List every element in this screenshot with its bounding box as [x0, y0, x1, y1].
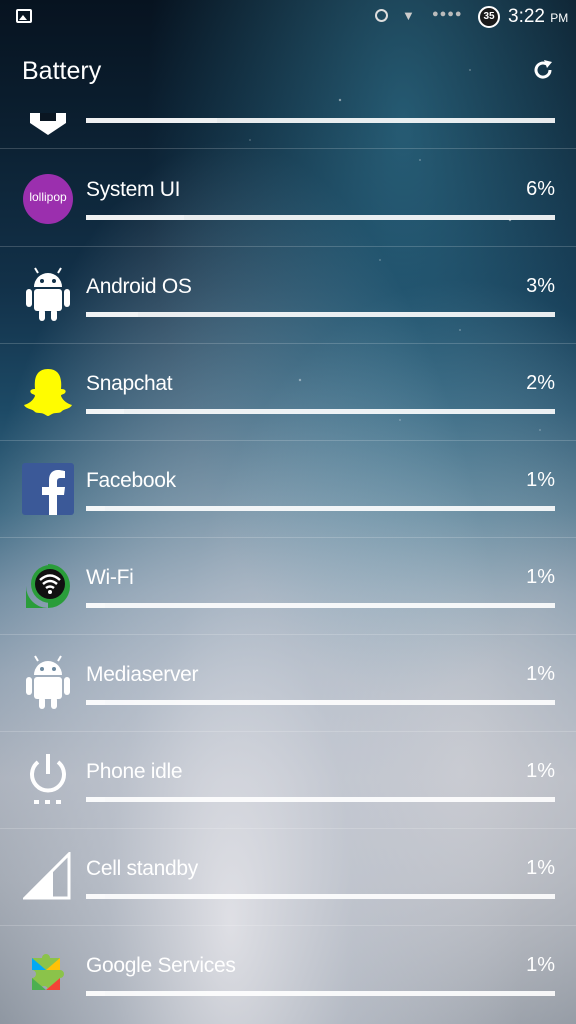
- usage-bar: [86, 215, 555, 220]
- item-name: Mediaserver: [86, 663, 199, 686]
- list-item-cell-standby[interactable]: Cell standby 1%: [0, 829, 576, 926]
- usage-bar-fill: [86, 215, 185, 220]
- battery-level: 35: [483, 11, 495, 22]
- list-item-snapchat[interactable]: Snapchat 2%: [0, 344, 576, 441]
- usage-bar: [86, 991, 555, 996]
- item-percent: 2%: [526, 372, 555, 394]
- usage-bar-fill: [86, 118, 218, 123]
- item-percent: 6%: [526, 178, 555, 200]
- usage-bar: [86, 506, 555, 511]
- usage-bar-fill: [86, 894, 105, 899]
- usage-bar: [86, 312, 555, 317]
- item-name: Android OS: [86, 275, 192, 298]
- item-percent: 1%: [526, 760, 555, 782]
- usage-bar-fill: [86, 409, 124, 414]
- usage-bar: [86, 700, 555, 705]
- battery-usage-list[interactable]: lollipop System UI 6% Android OS 3% Snap…: [0, 104, 576, 1024]
- snapchat-icon: [22, 366, 74, 418]
- clock-ampm: PM: [550, 11, 569, 25]
- usage-bar-fill: [86, 506, 105, 511]
- item-percent: 1%: [526, 566, 555, 588]
- item-percent: 1%: [526, 469, 555, 491]
- usage-bar-fill: [86, 700, 105, 705]
- list-item-wifi[interactable]: Wi-Fi 1%: [0, 538, 576, 635]
- list-item-system-ui[interactable]: lollipop System UI 6%: [0, 150, 576, 247]
- lollipop-icon: lollipop: [22, 173, 74, 225]
- status-bar: ▼ ●●●● 35 3:22 PM: [0, 0, 576, 34]
- android-icon: [22, 267, 74, 321]
- signal-dots-icon: ●●●●: [432, 8, 463, 20]
- android-icon: [22, 655, 74, 709]
- cell-signal-icon: [22, 851, 74, 903]
- usage-bar: [86, 118, 555, 123]
- list-item-android-os[interactable]: Android OS 3%: [0, 247, 576, 344]
- wifi-icon: [22, 560, 74, 612]
- item-name: Wi-Fi: [86, 566, 134, 589]
- usage-bar: [86, 603, 555, 608]
- image-notification-icon: [16, 9, 32, 23]
- item-name: Cell standby: [86, 857, 198, 880]
- list-item-phone-idle[interactable]: Phone idle 1%: [0, 732, 576, 829]
- power-icon: [22, 754, 74, 806]
- list-item[interactable]: [0, 104, 576, 149]
- list-item-mediaserver[interactable]: Mediaserver 1%: [0, 635, 576, 732]
- item-name: System UI: [86, 178, 181, 201]
- clock: 3:22 PM: [508, 6, 568, 28]
- usage-bar: [86, 797, 555, 802]
- item-name: Phone idle: [86, 760, 183, 783]
- alarm-icon: [375, 9, 388, 22]
- lollipop-icon-text: lollipop: [29, 190, 67, 204]
- usage-bar-fill: [86, 991, 105, 996]
- list-item-google-services[interactable]: Google Services 1%: [0, 926, 576, 1023]
- partial-app-icon: [22, 110, 74, 140]
- item-percent: 3%: [526, 275, 555, 297]
- usage-bar-fill: [86, 797, 105, 802]
- item-name: Google Services: [86, 954, 236, 977]
- facebook-icon: [22, 463, 74, 515]
- google-services-icon: [22, 948, 74, 1000]
- item-percent: 1%: [526, 857, 555, 879]
- page-title: Battery: [22, 57, 102, 85]
- usage-bar-fill: [86, 312, 138, 317]
- item-name: Snapchat: [86, 372, 173, 395]
- usage-bar: [86, 409, 555, 414]
- list-item-facebook[interactable]: Facebook 1%: [0, 441, 576, 538]
- clock-time: 3:22: [508, 6, 545, 27]
- app-header: Battery: [0, 44, 576, 104]
- wifi-status-icon: ▼: [402, 8, 415, 23]
- usage-bar: [86, 894, 555, 899]
- item-percent: 1%: [526, 663, 555, 685]
- battery-icon: 35: [478, 6, 500, 28]
- refresh-icon[interactable]: [530, 57, 556, 83]
- item-name: Facebook: [86, 469, 176, 492]
- item-percent: 1%: [526, 954, 555, 976]
- usage-bar-fill: [86, 603, 105, 608]
